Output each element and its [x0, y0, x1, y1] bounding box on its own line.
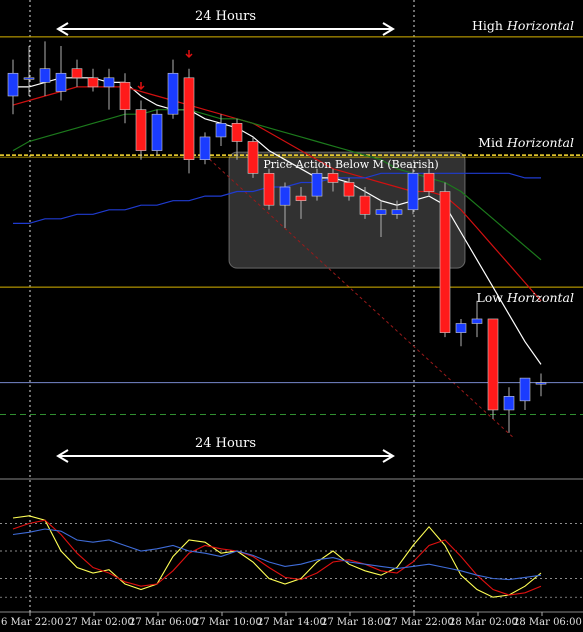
- candle-body: [455, 323, 467, 333]
- candle-body: [359, 195, 371, 215]
- level-low-label: Low Horizontal: [476, 290, 574, 305]
- candle-body: [119, 82, 131, 110]
- candle-body: [407, 173, 419, 211]
- x-tick-label: 27 Mar 18:00: [321, 617, 390, 628]
- x-tick-label: 27 Mar 02:00: [65, 617, 134, 628]
- candle-body: [439, 191, 451, 333]
- candle-body: [327, 173, 339, 183]
- span-bottom-label: 24 Hours: [195, 436, 256, 451]
- candle-body: [71, 68, 83, 79]
- candle: [199, 132, 211, 165]
- chart-svg: High Horizontal Mid Horizontal Low Horizon…: [0, 0, 583, 628]
- forex-chart: High Horizontal Mid Horizontal Low Horizon…: [0, 0, 583, 628]
- x-tick-label: 27 Mar 22:00: [385, 617, 454, 628]
- candle: [183, 68, 195, 174]
- candle-body: [343, 182, 355, 197]
- level-mid-label: Mid Horizontal: [478, 135, 574, 150]
- level-high-label: High Horizontal: [472, 18, 574, 33]
- candle-body: [295, 195, 307, 201]
- candle: [439, 182, 451, 338]
- candle-body: [279, 186, 291, 206]
- candle: [263, 168, 275, 210]
- candle-body: [231, 123, 243, 142]
- candle-body: [103, 77, 115, 88]
- candle: [487, 318, 499, 420]
- x-tick-label: 28 Mar 06:00: [513, 617, 582, 628]
- span-top-label: 24 Hours: [195, 9, 256, 24]
- candle-body: [7, 72, 19, 97]
- candle-body: [87, 77, 99, 88]
- candle: [407, 168, 419, 215]
- candle-body: [535, 382, 547, 385]
- candle-body: [215, 123, 227, 138]
- candle-body: [375, 209, 387, 215]
- candle-body: [183, 77, 195, 161]
- candle-body: [311, 173, 323, 197]
- candle-body: [423, 173, 435, 192]
- chart-background: [0, 0, 583, 628]
- candle-body: [519, 377, 531, 402]
- candle-body: [151, 113, 163, 151]
- x-tick-label: 27 Mar 10:00: [193, 617, 262, 628]
- x-tick-label: 28 Mar 02:00: [449, 617, 518, 628]
- candle-body: [39, 68, 51, 83]
- x-tick-label: 6 Mar 22:00: [1, 617, 64, 628]
- candle-body: [391, 209, 403, 215]
- candle-body: [199, 136, 211, 160]
- candle: [135, 100, 147, 160]
- candle-body: [23, 77, 35, 80]
- x-tick-label: 27 Mar 14:00: [257, 617, 326, 628]
- candle: [247, 136, 259, 178]
- candle-body: [503, 395, 515, 411]
- candle-body: [135, 109, 147, 151]
- candle-body: [55, 72, 67, 92]
- candle-body: [471, 318, 483, 324]
- candle-body: [167, 72, 179, 115]
- price-action-box-label: Price Action Below M (Bearish): [263, 158, 438, 171]
- candle-body: [487, 318, 499, 411]
- candle-body: [247, 141, 259, 174]
- candle: [311, 168, 323, 201]
- x-tick-label: 27 Mar 06:00: [129, 617, 198, 628]
- candle-body: [263, 173, 275, 206]
- candle: [151, 109, 163, 156]
